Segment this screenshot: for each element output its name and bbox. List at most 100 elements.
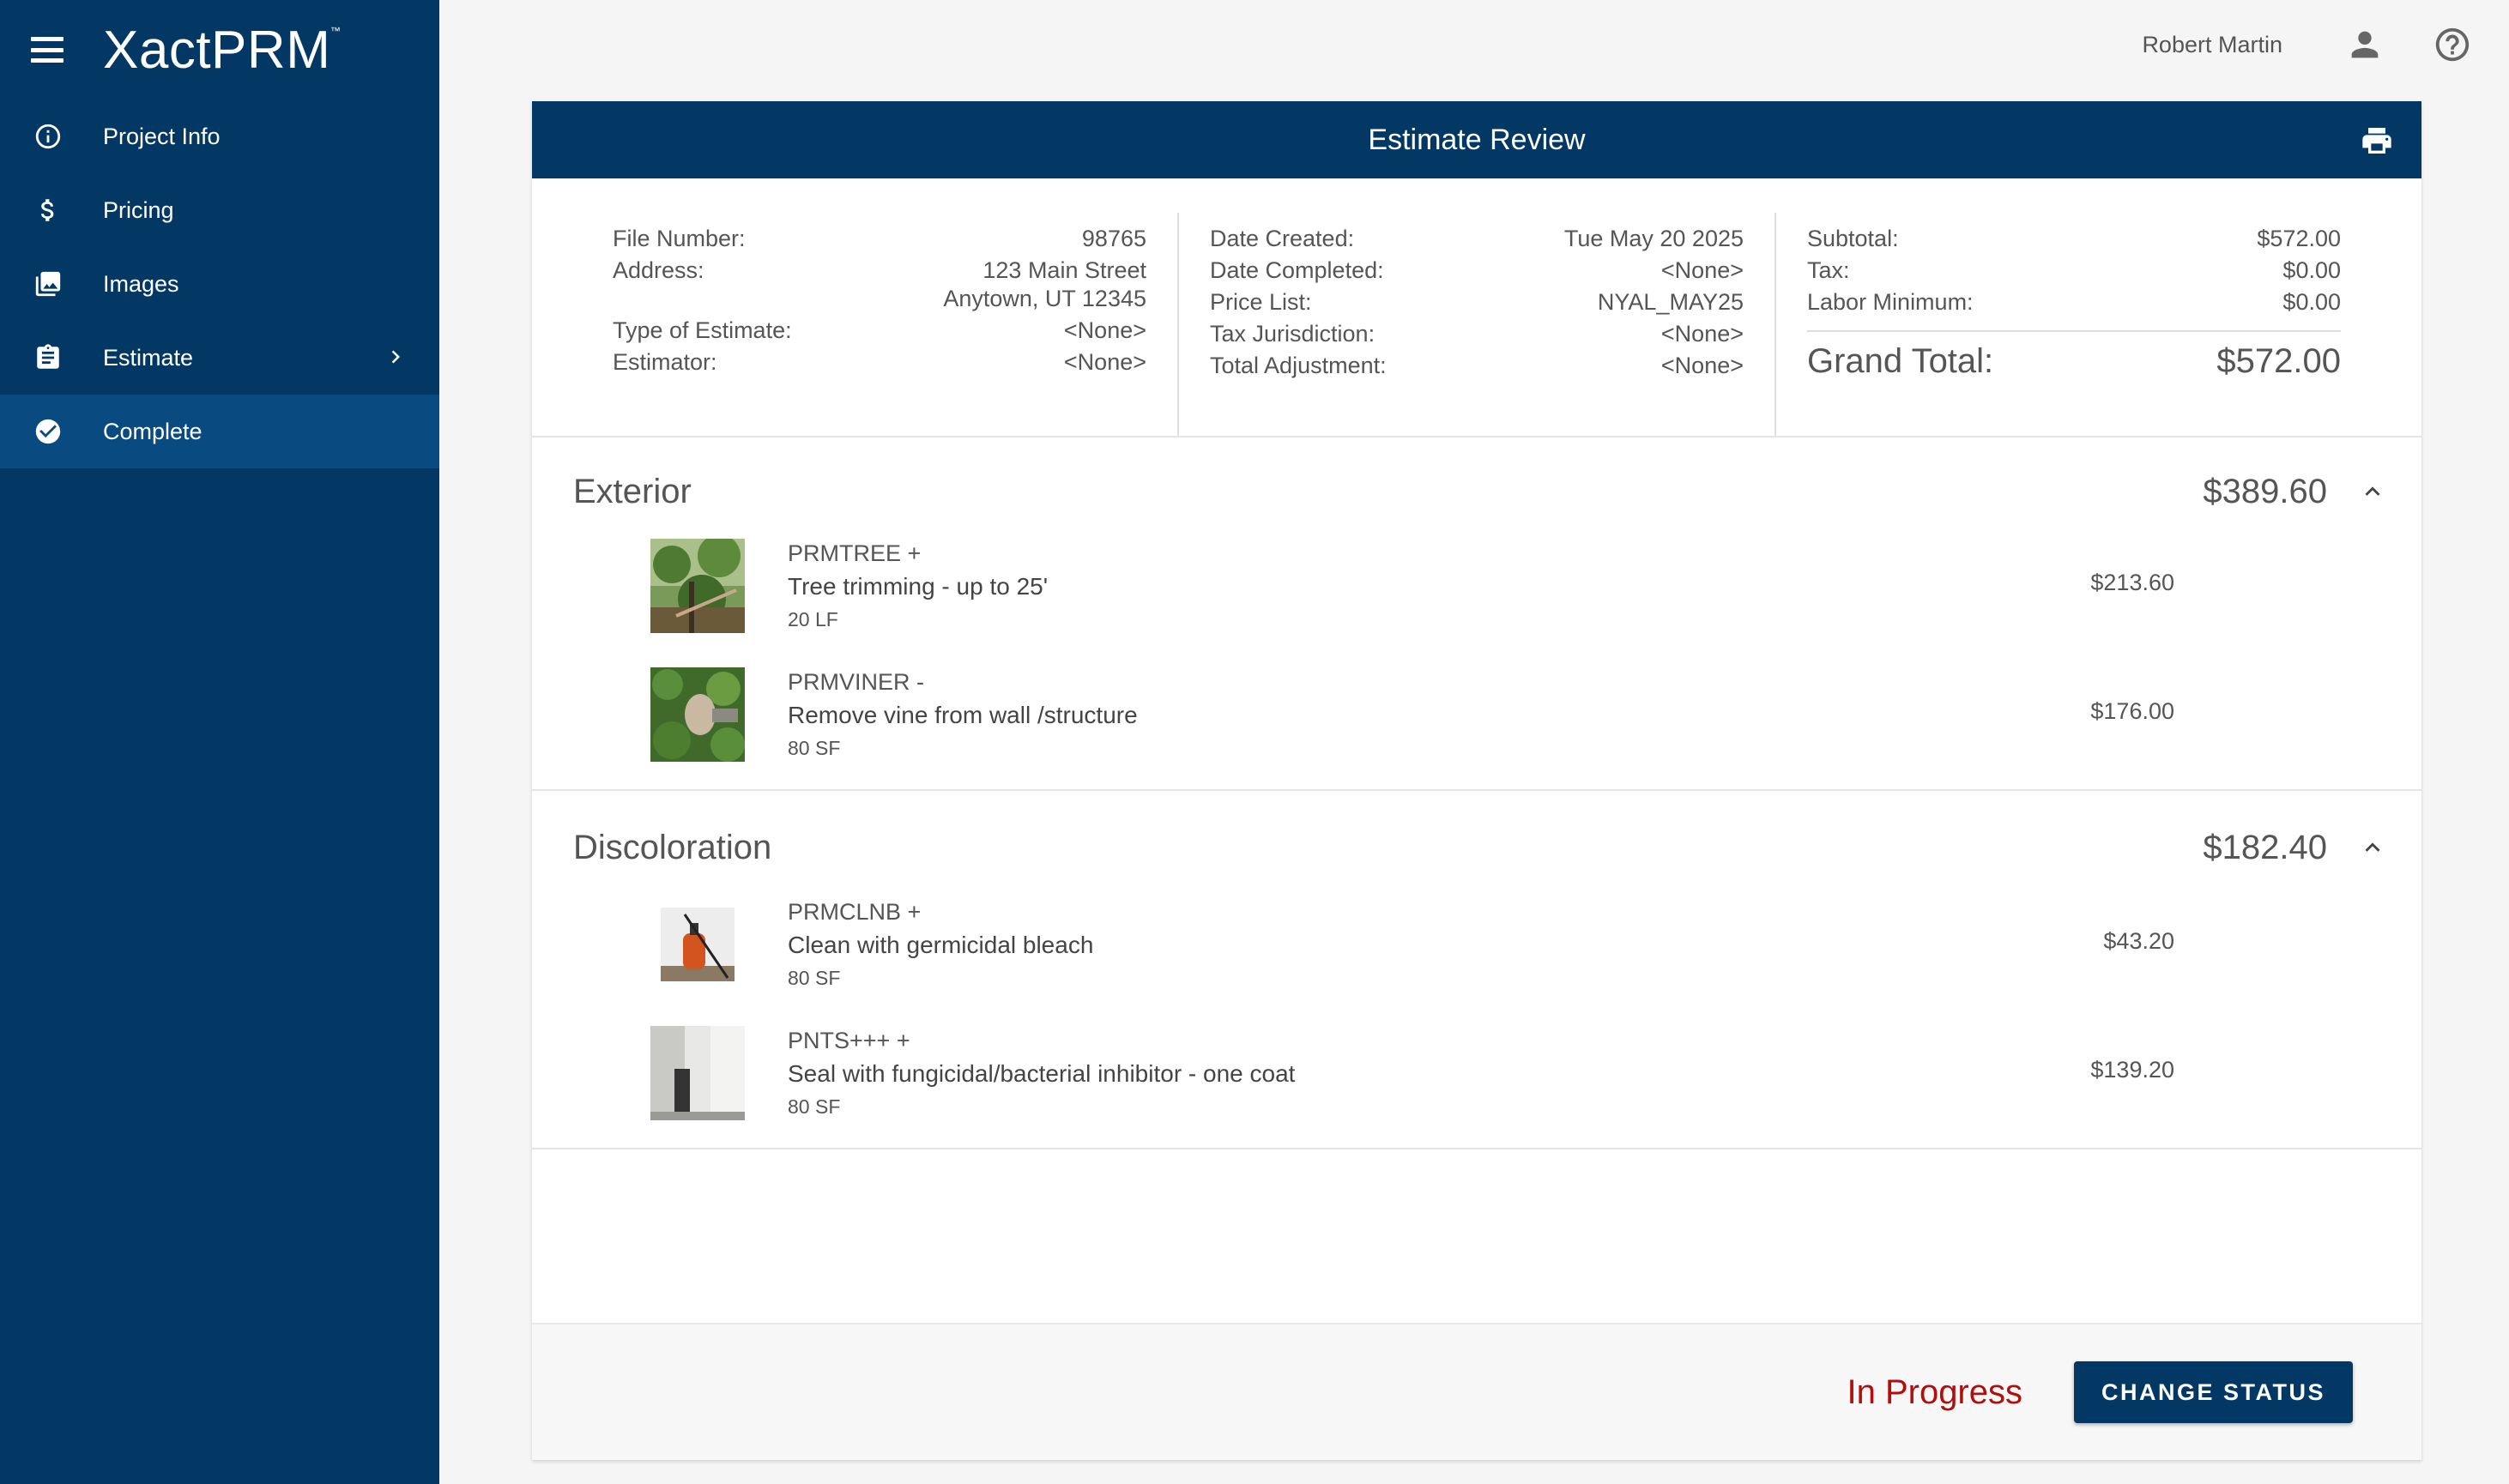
line-item-text: PRMCLNB + Clean with germicidal bleach 8… <box>788 896 2421 993</box>
item-price: $213.60 <box>2090 570 2174 595</box>
summary-value: Anytown, UT 12345 <box>943 286 1146 311</box>
help-icon[interactable] <box>2432 24 2473 65</box>
tree-trimming-thumbnail <box>650 539 745 633</box>
summary-value: 98765 <box>1081 226 1146 251</box>
summary-label: Type of Estimate: <box>613 317 792 343</box>
summary-label: File Number: <box>613 226 746 251</box>
summary-value: 123 Main Street <box>982 257 1146 283</box>
item-description: Clean with germicidal bleach <box>788 932 1094 958</box>
item-code: PRMVINER - <box>788 669 925 695</box>
section-total: $182.40 <box>2203 828 2327 866</box>
info-icon <box>33 121 63 152</box>
grand-total-label: Grand Total: <box>1807 342 1994 380</box>
summary-label: Date Created: <box>1210 226 1355 251</box>
clipboard-icon <box>33 342 63 373</box>
estimate-summary: File Number: 98765 Address: 123 Main Stree… <box>532 178 2421 437</box>
estimate-review-card: Estimate Review File Number: 98765 Addres… <box>532 101 2421 1460</box>
sidebar-item-label: Project Info <box>103 123 221 149</box>
card-header: Estimate Review <box>532 101 2421 178</box>
summary-file-info: File Number: 98765 Address: 123 Main Stree… <box>582 213 1177 436</box>
item-price: $139.20 <box>2090 1057 2174 1083</box>
summary-row: Date Completed: <None> <box>1210 255 1744 287</box>
summary-row: Tax Jurisdiction: <None> <box>1210 318 1744 350</box>
item-quantity: 80 SF <box>788 737 841 759</box>
brand-logo: XactPRM ™ <box>103 20 342 80</box>
item-code: PRMCLNB + <box>788 899 922 925</box>
section-title: Discoloration <box>573 828 772 866</box>
trademark: ™ <box>329 24 342 37</box>
chevron-up-icon[interactable] <box>2358 477 2387 506</box>
item-quantity: 80 SF <box>788 1095 841 1118</box>
item-price: $43.20 <box>2103 928 2174 954</box>
item-description: Seal with fungicidal/bacterial inhibitor… <box>788 1060 1296 1087</box>
summary-row: Total Adjustment: <None> <box>1210 350 1744 382</box>
summary-row: File Number: 98765 <box>613 223 1146 255</box>
summary-row: Address: 123 Main Street <box>613 255 1146 287</box>
summary-totals: Subtotal: $572.00 Tax: $0.00 Labor Minimum… <box>1774 213 2372 436</box>
summary-row: Price List: NYAL_MAY25 <box>1210 287 1744 318</box>
summary-row: Labor Minimum: $0.00 <box>1807 287 2341 318</box>
sidebar-item-project-info[interactable]: Project Info <box>0 100 439 173</box>
sidebar: XactPRM ™ Project Info Pricing Images Est… <box>0 0 439 1484</box>
summary-row: Type of Estimate: <None> <box>613 315 1146 347</box>
summary-value: $0.00 <box>2282 289 2341 315</box>
line-item[interactable]: PRMVINER - Remove vine from wall /struct… <box>532 650 2421 779</box>
summary-value: <None> <box>1660 353 1744 378</box>
account-icon[interactable] <box>2344 24 2385 65</box>
item-quantity: 80 SF <box>788 967 841 989</box>
hamburger-menu-icon[interactable] <box>31 37 63 63</box>
line-item[interactable]: PRMCLNB + Clean with germicidal bleach 8… <box>532 880 2421 1009</box>
summary-label: Total Adjustment: <box>1210 353 1387 378</box>
item-price: $176.00 <box>2090 698 2174 724</box>
dollar-icon <box>33 195 63 226</box>
sidebar-item-images[interactable]: Images <box>0 247 439 321</box>
section-total: $389.60 <box>2203 472 2327 510</box>
summary-label: Estimator: <box>613 349 717 375</box>
summary-label: Address: <box>613 257 704 283</box>
brand-bar: XactPRM ™ <box>0 0 439 100</box>
change-status-button[interactable]: CHANGE STATUS <box>2074 1361 2353 1423</box>
summary-value: Tue May 20 2025 <box>1563 226 1744 251</box>
item-code: PRMTREE + <box>788 540 922 566</box>
line-item[interactable]: PRMTREE + Tree trimming - up to 25' 20 L… <box>532 522 2421 650</box>
item-description: Remove vine from wall /structure <box>788 702 1138 728</box>
sidebar-item-pricing[interactable]: Pricing <box>0 173 439 247</box>
user-name: Robert Martin <box>2142 31 2282 57</box>
line-item[interactable]: PNTS+++ + Seal with fungicidal/bacterial… <box>532 1009 2421 1137</box>
section-title: Exterior <box>573 472 692 510</box>
sidebar-item-complete[interactable]: Complete <box>0 395 439 468</box>
summary-value: <None> <box>1660 321 1744 347</box>
summary-value: <None> <box>1660 257 1744 283</box>
line-item-text: PRMVINER - Remove vine from wall /struct… <box>788 666 2421 763</box>
bleach-sprayer-thumbnail <box>650 897 745 992</box>
vine-removal-thumbnail <box>650 667 745 762</box>
status-label: In Progress <box>1847 1372 2022 1411</box>
summary-value: <None> <box>1063 349 1146 375</box>
summary-label: Price List: <box>1210 289 1312 315</box>
sidebar-item-label: Complete <box>103 418 203 444</box>
summary-row: Subtotal: $572.00 <box>1807 223 2341 255</box>
room-interior-thumbnail <box>650 1026 745 1120</box>
summary-label: Date Completed: <box>1210 257 1384 283</box>
summary-label: Tax: <box>1807 257 1850 283</box>
check-circle-icon <box>33 416 63 447</box>
line-item-text: PRMTREE + Tree trimming - up to 25' 20 L… <box>788 537 2421 635</box>
sidebar-item-estimate[interactable]: Estimate <box>0 321 439 395</box>
sidebar-item-label: Estimate <box>103 344 194 371</box>
summary-value: <None> <box>1063 317 1146 343</box>
line-item-text: PNTS+++ + Seal with fungicidal/bacterial… <box>788 1024 2421 1122</box>
chevron-up-icon[interactable] <box>2358 833 2387 862</box>
summary-row: Estimator: <None> <box>613 347 1146 378</box>
top-bar: Robert Martin <box>439 0 2509 89</box>
item-description: Tree trimming - up to 25' <box>788 573 1049 600</box>
print-icon[interactable] <box>2360 124 2394 158</box>
summary-value: $572.00 <box>2257 226 2341 251</box>
summary-value: $0.00 <box>2282 257 2341 283</box>
image-icon <box>33 268 63 299</box>
card-title: Estimate Review <box>1368 123 1586 156</box>
sidebar-item-label: Images <box>103 270 179 297</box>
item-code: PNTS+++ + <box>788 1028 910 1053</box>
section-exterior: Exterior $389.60 PRMTREE + Tree trimming… <box>532 437 2421 791</box>
summary-label: Labor Minimum: <box>1807 289 1974 315</box>
sidebar-item-label: Pricing <box>103 196 174 223</box>
